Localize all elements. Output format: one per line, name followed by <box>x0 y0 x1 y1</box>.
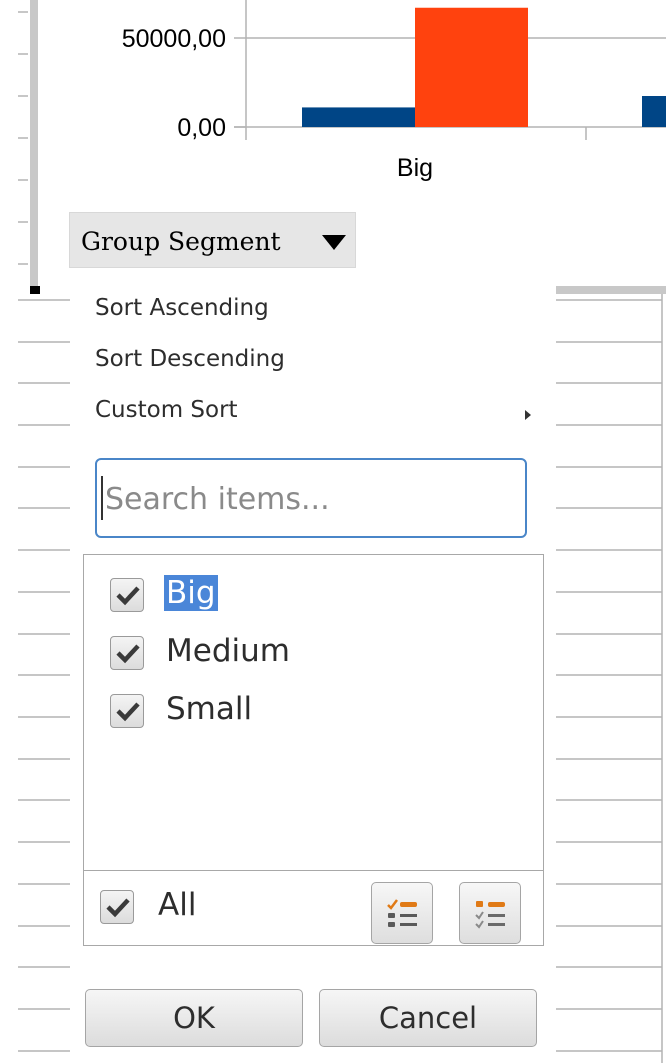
filter-item-checkbox[interactable] <box>110 636 144 670</box>
cancel-button[interactable]: Cancel <box>319 989 537 1047</box>
group-segment-label: Group Segment <box>81 227 281 256</box>
bar-series-1-next-category-cropped <box>642 96 666 127</box>
sort-descending-menu-item[interactable]: Sort Descending <box>95 346 285 372</box>
ok-button[interactable]: OK <box>85 989 303 1047</box>
all-label: All <box>158 887 197 923</box>
autofilter-popup: Sort Ascending Sort Descending Custom So… <box>70 290 556 1063</box>
custom-sort-menu-item[interactable]: Custom Sort <box>95 397 238 423</box>
y-tick-label: 0,00 <box>177 114 226 142</box>
all-checkbox[interactable] <box>100 890 134 924</box>
search-field[interactable] <box>95 458 527 538</box>
bar-series-2-big <box>415 7 528 128</box>
filter-item-label: Small <box>166 691 253 727</box>
checkmark-icon <box>116 586 140 606</box>
filter-item-checkbox[interactable] <box>110 694 144 728</box>
group-segment-field-button[interactable]: Group Segment <box>69 212 356 268</box>
list-divider <box>84 870 543 871</box>
bar-series-1-big <box>302 107 415 127</box>
filter-items-list: Big Medium Small All <box>83 554 544 946</box>
select-current-only-button[interactable] <box>459 882 521 944</box>
checkmark-icon <box>116 644 140 664</box>
filter-item-label: Medium <box>166 633 290 669</box>
sort-ascending-menu-item[interactable]: Sort Ascending <box>95 295 269 321</box>
select-current-list-icon <box>475 901 505 929</box>
filter-item-label: Big <box>164 575 218 611</box>
submenu-arrow-icon <box>525 405 531 424</box>
select-all-list-icon <box>387 899 417 927</box>
x-category-label: Big <box>397 154 433 182</box>
dropdown-triangle-icon <box>322 235 346 255</box>
bar-chart: 50000,00 0,00 Big <box>122 0 666 182</box>
filter-item-checkbox[interactable] <box>110 578 144 612</box>
search-input[interactable] <box>103 470 517 528</box>
checkmark-icon <box>116 702 140 722</box>
toggle-all-button[interactable] <box>371 882 433 944</box>
checkmark-icon <box>106 898 130 918</box>
y-tick-label: 50000,00 <box>122 25 226 53</box>
